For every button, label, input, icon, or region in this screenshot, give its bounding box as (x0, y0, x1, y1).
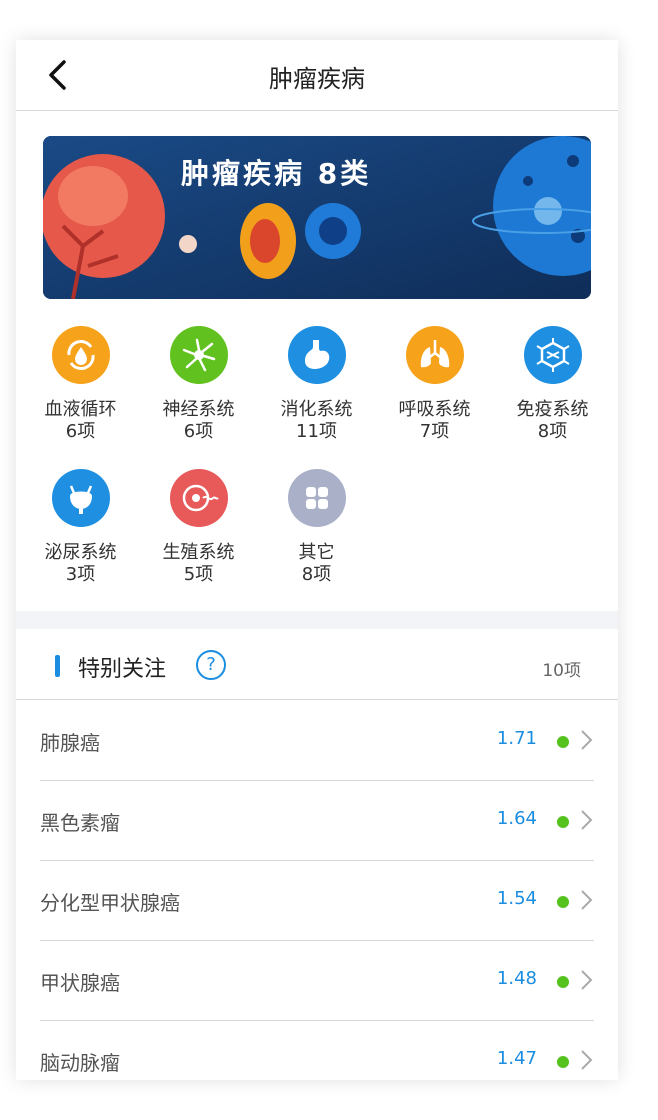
section-header: 特别关注 ? 10项 (16, 629, 618, 700)
grid-icon (287, 469, 346, 527)
category-count: 6项 (183, 421, 214, 442)
category-count: 7项 (419, 421, 450, 442)
status-dot (557, 976, 569, 988)
disease-score: 1.48 (496, 968, 537, 989)
category-name: 其它 (298, 542, 335, 563)
page-title: 肿瘤疾病 (269, 65, 365, 93)
list-item[interactable]: 肺腺癌 1.71 (40, 700, 594, 781)
category-count: 3项 (65, 564, 96, 585)
disease-name: 黑色素瘤 (40, 811, 120, 835)
immune-cell-icon (523, 326, 582, 384)
category-name: 泌尿系统 (44, 542, 117, 563)
category-count: 6项 (65, 421, 96, 442)
disease-name: 肺腺癌 (40, 731, 100, 755)
category-name: 免疫系统 (516, 399, 589, 420)
bladder-icon (51, 469, 110, 527)
category-count: 11项 (296, 421, 337, 442)
banner-title: 肿瘤疾病 8类 (181, 157, 372, 190)
status-dot (557, 816, 569, 828)
category-other[interactable]: 其它 8项 (258, 469, 375, 586)
category-name: 生殖系统 (162, 542, 235, 563)
category-count: 8项 (301, 564, 332, 585)
category-digestive[interactable]: 消化系统 11项 (258, 326, 375, 443)
disease-score: 1.47 (496, 1048, 537, 1069)
category-name: 呼吸系统 (398, 399, 471, 420)
chevron-right-icon (581, 810, 593, 830)
stomach-icon (287, 326, 346, 384)
category-urinary[interactable]: 泌尿系统 3项 (22, 469, 139, 586)
section-divider (16, 611, 618, 629)
category-reproductive[interactable]: 生殖系统 5项 (140, 469, 257, 586)
disease-score: 1.54 (496, 888, 537, 909)
help-icon[interactable]: ? (196, 650, 226, 680)
category-respiratory[interactable]: 呼吸系统 7项 (376, 326, 493, 443)
screen: 肿瘤疾病 肿瘤疾病 8类 血液循环 6项 神经系统 6项 消化系统 11项 呼吸… (16, 40, 618, 1080)
status-dot (557, 1056, 569, 1068)
list-item[interactable]: 黑色素瘤 1.64 (40, 780, 594, 861)
category-count: 8项 (537, 421, 568, 442)
nav-bar: 肿瘤疾病 (16, 40, 618, 111)
category-name: 血液循环 (44, 399, 117, 420)
chevron-right-icon (581, 890, 593, 910)
category-name: 消化系统 (280, 399, 353, 420)
lungs-icon (405, 326, 464, 384)
category-name: 神经系统 (162, 399, 235, 420)
chevron-right-icon (581, 970, 593, 990)
list-item[interactable]: 甲状腺癌 1.48 (40, 940, 594, 1021)
reproduction-icon (169, 469, 228, 527)
category-blood-circulation[interactable]: 血液循环 6项 (22, 326, 139, 443)
chevron-right-icon (581, 730, 593, 750)
disease-name: 脑动脉瘤 (40, 1051, 120, 1075)
category-nervous[interactable]: 神经系统 6项 (140, 326, 257, 443)
disease-score: 1.71 (496, 728, 537, 749)
category-count: 5项 (183, 564, 214, 585)
chevron-right-icon (581, 1050, 593, 1070)
disease-score: 1.64 (496, 808, 537, 829)
section-count: 10项 (542, 661, 581, 681)
blood-drop-icon (51, 326, 110, 384)
neuron-icon (169, 326, 228, 384)
status-dot (557, 896, 569, 908)
list-item[interactable]: 脑动脉瘤 1.47 (40, 1020, 594, 1080)
section-accent-bar (55, 655, 60, 677)
banner[interactable]: 肿瘤疾病 8类 (43, 136, 591, 299)
list-item[interactable]: 分化型甲状腺癌 1.54 (40, 860, 594, 941)
section-title: 特别关注 (78, 657, 167, 682)
status-dot (557, 736, 569, 748)
category-immune[interactable]: 免疫系统 8项 (494, 326, 611, 443)
disease-name: 分化型甲状腺癌 (40, 891, 180, 915)
disease-name: 甲状腺癌 (40, 971, 120, 995)
